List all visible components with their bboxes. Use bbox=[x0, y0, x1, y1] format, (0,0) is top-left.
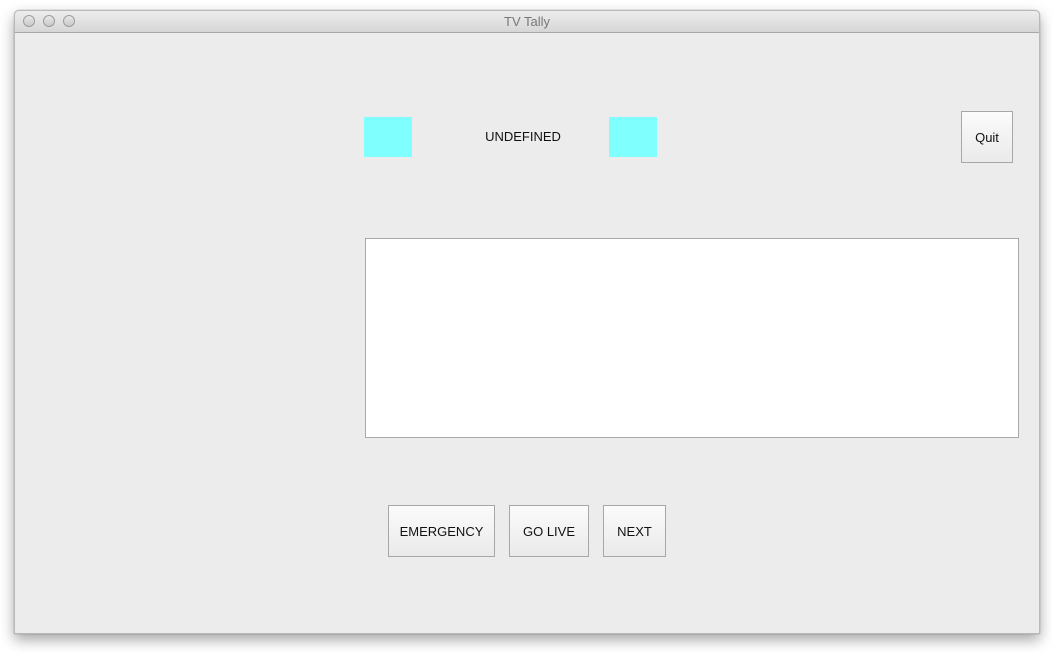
tally-indicator-right bbox=[609, 117, 657, 157]
app-window: TV Tally UNDEFINED Quit EMERGENCY GO LIV… bbox=[14, 10, 1040, 634]
tally-status-label: UNDEFINED bbox=[485, 129, 561, 144]
title-bar[interactable]: TV Tally bbox=[15, 11, 1039, 33]
quit-button[interactable]: Quit bbox=[961, 111, 1013, 163]
next-button[interactable]: NEXT bbox=[603, 505, 666, 557]
window-title: TV Tally bbox=[504, 14, 550, 29]
go-live-button[interactable]: GO LIVE bbox=[509, 505, 589, 557]
tally-indicator-left bbox=[364, 117, 412, 157]
emergency-button[interactable]: EMERGENCY bbox=[388, 505, 495, 557]
message-text-area[interactable] bbox=[365, 238, 1019, 438]
